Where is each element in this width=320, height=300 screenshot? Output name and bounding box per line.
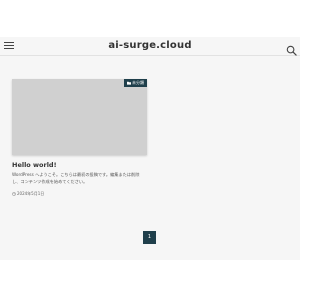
post-thumbnail[interactable]: 未分類 xyxy=(12,79,147,155)
post-date: 2024年5月1日 xyxy=(12,191,147,197)
site-header: ai-surge.cloud xyxy=(0,37,300,56)
folder-icon xyxy=(127,81,131,85)
site-title[interactable]: ai-surge.cloud xyxy=(0,40,300,52)
search-icon[interactable] xyxy=(286,41,297,56)
post-excerpt: WordPress へようこそ。こちらは最初の投稿です。編集または削除し、コンテ… xyxy=(12,172,140,184)
post-card[interactable]: 未分類 Hello world! WordPress へようこそ。こちらは最初の… xyxy=(12,79,147,199)
category-badge[interactable]: 未分類 xyxy=(124,79,147,87)
post-title[interactable]: Hello world! xyxy=(12,161,147,169)
clock-icon xyxy=(12,192,16,196)
post-date-text: 2024年5月1日 xyxy=(17,191,45,196)
pagination-current-page[interactable]: 1 xyxy=(143,231,156,244)
category-label: 未分類 xyxy=(132,80,144,85)
